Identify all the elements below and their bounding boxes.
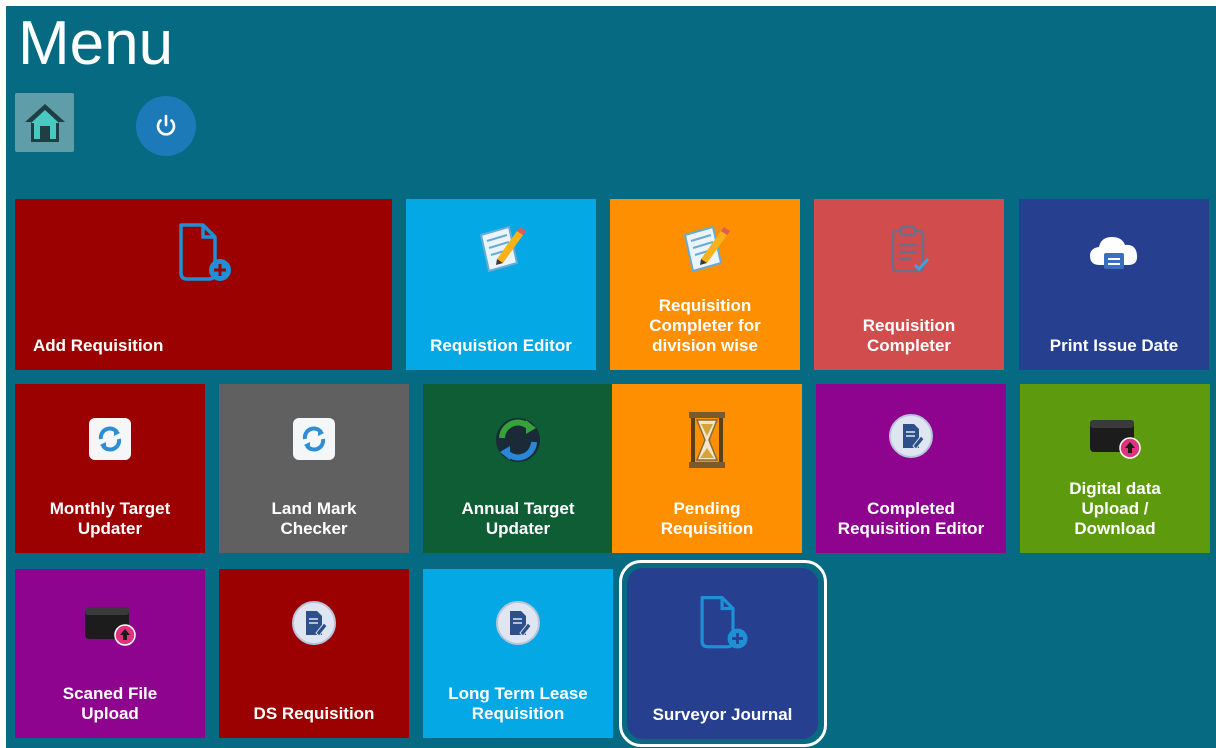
tile-label: Long Term Lease Requisition bbox=[448, 684, 588, 723]
tile-digital-data-upload[interactable]: Digital data Upload / Download bbox=[1020, 384, 1210, 553]
power-button[interactable] bbox=[136, 96, 196, 156]
tile-surveyor-journal[interactable]: Surveyor Journal bbox=[627, 568, 818, 739]
tile-label: Digital data Upload / Download bbox=[1069, 479, 1161, 538]
new-document-icon bbox=[178, 223, 231, 281]
tile-land-mark-checker[interactable]: Land Mark Checker bbox=[219, 384, 409, 553]
document-edit-icon bbox=[292, 601, 336, 645]
sync-icon bbox=[496, 418, 540, 462]
tile-scaned-file-upload[interactable]: Scaned File Upload bbox=[15, 569, 205, 738]
tile-label: DS Requisition bbox=[253, 704, 375, 723]
upload-drive-icon bbox=[1090, 420, 1141, 459]
new-document-icon bbox=[700, 596, 748, 649]
home-icon bbox=[24, 103, 65, 142]
upload-drive-icon bbox=[85, 607, 136, 646]
tile-annual-target-updater[interactable]: Annual Target Updater bbox=[423, 384, 613, 553]
tile-label: Requisition Completer for division wise bbox=[649, 296, 761, 355]
edit-document-icon bbox=[683, 225, 730, 273]
document-edit-icon bbox=[496, 601, 540, 645]
page-title: Menu bbox=[18, 9, 174, 78]
clipboard-check-icon bbox=[891, 225, 930, 273]
hourglass-icon bbox=[689, 412, 725, 468]
tile-ds-requisition[interactable]: DS Requisition bbox=[219, 569, 409, 738]
tile-label: Land Mark Checker bbox=[271, 499, 357, 538]
tile-requisition-completer[interactable]: Requisition Completer bbox=[814, 199, 1004, 370]
tile-add-requisition[interactable]: Add Requisition bbox=[15, 199, 392, 370]
tile-print-issue-date[interactable]: Print Issue Date bbox=[1019, 199, 1209, 370]
tile-long-term-lease-requisition[interactable]: Long Term Lease Requisition bbox=[423, 569, 613, 738]
tile-label: Completed Requisition Editor bbox=[837, 499, 985, 538]
tile-monthly-target-updater[interactable]: Monthly Target Updater bbox=[15, 384, 205, 553]
tile-label: Requistion Editor bbox=[430, 336, 572, 355]
refresh-icon bbox=[89, 418, 131, 460]
tile-label: Monthly Target Updater bbox=[49, 499, 171, 538]
tile-label: Requisition Completer bbox=[862, 316, 956, 355]
menu-page: Menu Add Requisition Requistion Editor R… bbox=[6, 6, 1216, 748]
tile-pending-requisition[interactable]: Pending Requisition bbox=[612, 384, 802, 553]
tile-label: Scaned File Upload bbox=[62, 684, 158, 723]
tile-requisition-editor[interactable]: Requistion Editor bbox=[406, 199, 596, 370]
tile-label: Pending Requisition bbox=[660, 499, 754, 538]
power-icon bbox=[156, 114, 176, 136]
tile-label: Surveyor Journal bbox=[652, 705, 793, 724]
tile-label: Print Issue Date bbox=[1049, 336, 1179, 355]
tile-label: Annual Target Updater bbox=[461, 499, 575, 538]
tile-completed-requisition-editor[interactable]: Completed Requisition Editor bbox=[816, 384, 1006, 553]
document-edit-icon bbox=[889, 414, 933, 458]
home-button[interactable] bbox=[15, 93, 74, 152]
cloud-print-icon bbox=[1090, 237, 1138, 269]
tile-label: Add Requisition bbox=[33, 336, 164, 355]
refresh-icon bbox=[293, 418, 335, 460]
tile-requisition-completer-division[interactable]: Requisition Completer for division wise bbox=[610, 199, 800, 370]
edit-document-icon bbox=[479, 225, 526, 273]
